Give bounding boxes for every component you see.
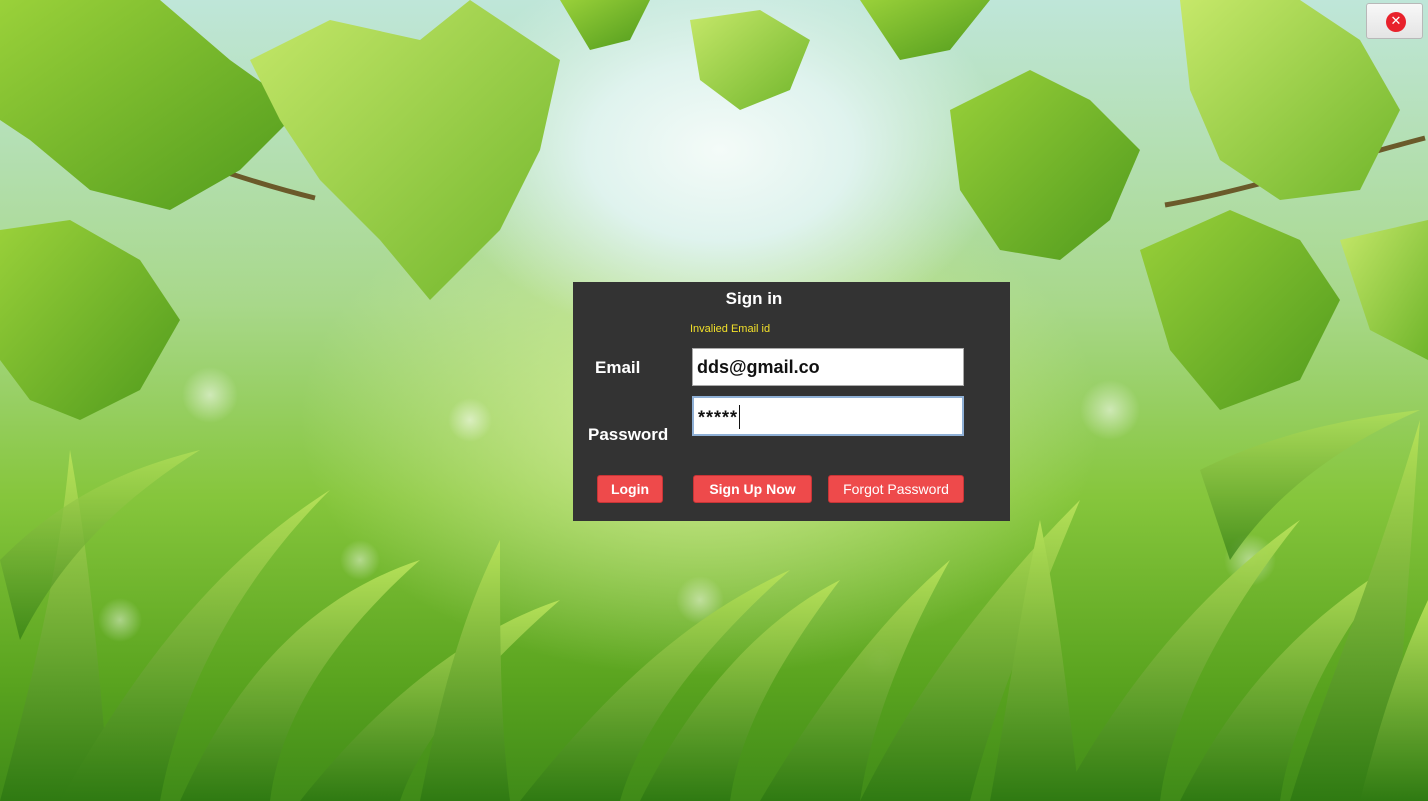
login-button[interactable]: Login — [597, 475, 663, 503]
text-caret — [739, 405, 741, 430]
email-label: Email — [595, 358, 641, 377]
close-button[interactable]: ✕ — [1366, 3, 1423, 39]
password-label: Password — [588, 425, 669, 444]
close-icon: ✕ — [1386, 12, 1406, 32]
forgot-password-button[interactable]: Forgot Password — [828, 475, 964, 503]
email-field[interactable]: dds@gmail.co — [692, 348, 964, 386]
signin-panel: Sign in Invalied Email id Email dds@gmai… — [573, 282, 1010, 521]
password-value: ***** — [698, 407, 739, 428]
password-field[interactable]: ***** — [692, 396, 964, 436]
error-message: Invalied Email id — [690, 323, 771, 335]
email-value: dds@gmail.co — [697, 357, 820, 377]
signin-title: Sign in — [725, 289, 783, 308]
sign-up-now-button[interactable]: Sign Up Now — [693, 475, 812, 503]
